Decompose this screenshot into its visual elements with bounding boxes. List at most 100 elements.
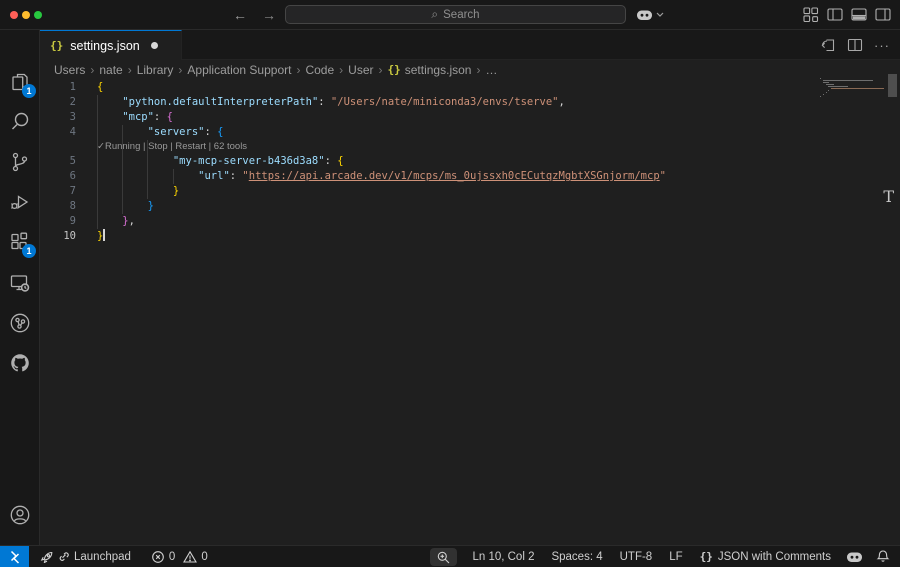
line-number[interactable]: 10 [40,229,76,244]
extensions-icon[interactable]: 1 [8,230,32,254]
git-graph-icon[interactable] [8,311,32,335]
breadcrumb-separator-icon: › [128,63,132,77]
minimap-line [828,86,847,87]
minimize-window-button[interactable] [22,11,30,19]
code-line[interactable]: 7 } [40,184,900,199]
cursor-position-status[interactable]: Ln 10, Col 2 [470,551,536,563]
indentation-status[interactable]: Spaces: 4 [549,551,604,563]
line-number[interactable]: 7 [40,184,76,199]
url-link[interactable]: https://api.arcade.dev/v1/mcps/ms_0ujssx… [249,170,660,182]
line-number[interactable]: 6 [40,169,76,184]
code-line-content: }, [76,214,135,229]
zoom-window-button[interactable] [34,11,42,19]
overlay-glyph: T [883,187,894,206]
code-line[interactable]: 8 } [40,199,900,214]
line-number[interactable]: 1 [40,80,76,95]
encoding-status[interactable]: UTF-8 [618,551,655,563]
code-editor[interactable]: 1{2 "python.defaultInterpreterPath": "/U… [40,78,900,545]
problems-status-item[interactable]: 0 0 [149,550,210,564]
toggle-panel-icon[interactable] [851,8,867,21]
codelens-separator: | [140,141,148,152]
remote-indicator[interactable] [0,546,29,567]
remote-explorer-icon[interactable] [8,271,32,295]
line-number[interactable]: 2 [40,95,76,110]
breadcrumb-item-file[interactable]: {}settings.json [388,63,472,77]
breadcrumb-separator-icon: › [178,63,182,77]
copilot-menu-button[interactable] [636,8,664,22]
code-line[interactable]: 3 "mcp": { [40,110,900,125]
code-token: "mcp" [122,111,154,123]
toggle-secondary-sidebar-icon[interactable] [875,8,891,21]
search-sidebar-icon[interactable] [8,110,32,134]
code-token: , [129,215,135,227]
code-token: } [148,200,154,212]
codelens-link[interactable]: Running [105,141,140,152]
breadcrumb-overflow[interactable]: … [485,63,497,77]
run-debug-icon[interactable] [8,190,32,214]
remote-icon [7,548,23,566]
modified-indicator[interactable] [151,42,158,49]
code-line[interactable]: 9 }, [40,214,900,229]
line-number[interactable]: 3 [40,110,76,125]
source-control-icon[interactable] [8,150,32,174]
code-line[interactable]: 6 "url": "https://api.arcade.dev/v1/mcps… [40,169,900,184]
activity-bar: 1 1 [0,30,40,545]
breadcrumb-item[interactable]: nate [99,63,122,77]
code-token [97,200,148,212]
language-mode-status[interactable]: {} JSON with Comments [698,550,833,563]
line-number[interactable]: 5 [40,154,76,169]
code-line[interactable]: 1{ [40,80,900,95]
code-token [97,96,122,108]
scrollbar-slider[interactable] [888,74,897,97]
breadcrumb-item[interactable]: Code [305,63,334,77]
breadcrumb-item[interactable]: User [348,63,373,77]
explorer-icon[interactable]: 1 [8,70,32,94]
github-icon[interactable] [8,351,32,375]
code-line[interactable]: 2 "python.defaultInterpreterPath": "/Use… [40,95,900,110]
breadcrumb-item[interactable]: Library [137,63,174,77]
line-number[interactable]: 9 [40,214,76,229]
code-line[interactable]: 5 "my-mcp-server-b436d3a8": { [40,154,900,169]
minimap-line [826,84,835,85]
code-lines: 1{2 "python.defaultInterpreterPath": "/U… [40,80,900,244]
codelens-link[interactable]: 62 tools [214,141,247,152]
breadcrumb: Users›nate›Library›Application Support›C… [40,60,900,79]
minimap-line [823,94,824,95]
code-line[interactable]: 10} [40,229,900,244]
code-token: : [154,111,167,123]
zoom-status-item[interactable] [430,548,457,566]
copilot-status-icon[interactable] [846,550,863,564]
code-line[interactable]: 4 "servers": { [40,125,900,140]
copilot-icon [636,8,653,22]
accounts-icon[interactable] [8,503,32,527]
code-token [97,126,148,138]
close-window-button[interactable] [10,11,18,19]
navigate-back-icon[interactable]: ← [233,7,247,23]
editor-tabs: {} settings.json ··· [40,30,900,60]
more-actions-icon[interactable]: ··· [874,38,890,53]
open-changes-icon[interactable] [820,37,836,53]
codelens-link[interactable]: Stop [148,141,168,152]
codelens-link[interactable]: Restart [175,141,206,152]
line-number[interactable]: 8 [40,199,76,214]
minimap[interactable] [820,78,886,98]
command-center-search[interactable]: ⌕ Search [285,5,626,24]
breadcrumb-item[interactable]: Users [54,63,85,77]
customize-layout-icon[interactable] [803,7,819,22]
breadcrumb-item[interactable]: Application Support [187,63,291,77]
navigate-forward-icon[interactable]: → [262,7,276,23]
split-editor-icon[interactable] [847,37,863,53]
warning-count: 0 [201,551,207,563]
code-line-content: { [76,80,103,95]
line-number[interactable]: 4 [40,125,76,140]
tab-settings-json[interactable]: {} settings.json [40,30,182,60]
code-token [97,215,122,227]
code-token: "url" [198,170,230,182]
toggle-primary-sidebar-icon[interactable] [827,8,843,21]
codelens-content: ✓Running | Stop | Restart | 62 tools [76,140,247,154]
notifications-bell-icon[interactable] [876,549,890,564]
eol-status[interactable]: LF [667,551,684,563]
launchpad-status-item[interactable]: Launchpad [37,550,133,563]
line-number[interactable] [40,140,76,154]
codelens-row[interactable]: ✓Running | Stop | Restart | 62 tools [40,140,900,154]
